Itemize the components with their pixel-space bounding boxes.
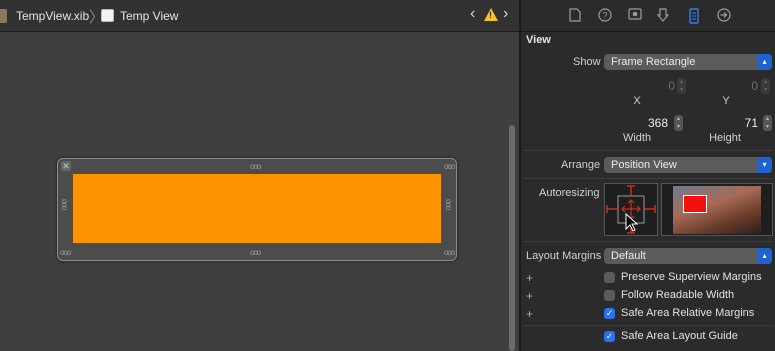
orange-subview[interactable]	[72, 173, 442, 244]
arrange-label: Arrange	[561, 159, 601, 171]
breadcrumb-file[interactable]: TempView.xib	[16, 9, 89, 23]
help-icon[interactable]: ?	[597, 8, 613, 24]
close-icon[interactable]: ✕	[61, 161, 71, 171]
warning-icon[interactable]: !	[484, 8, 498, 21]
arrange-popup[interactable]: Position View ▾	[604, 157, 772, 173]
preserve-superview-margins-label: Preserve Superview Margins	[621, 271, 762, 283]
inspector-tab-bar: ?	[521, 0, 775, 32]
follow-readable-width-checkbox[interactable]	[604, 290, 615, 301]
view-icon	[101, 9, 114, 22]
width-field[interactable]: 368	[631, 115, 668, 131]
arrange-popup-value: Position View	[611, 159, 677, 171]
y-label: Y	[722, 95, 730, 107]
vertical-scrollbar[interactable]	[509, 125, 515, 351]
divider	[524, 241, 773, 242]
show-label: Show	[573, 56, 601, 68]
resize-handle-bottom-left[interactable]: ooo	[60, 248, 71, 257]
add-variation-button[interactable]: +	[526, 307, 533, 321]
attributes-icon[interactable]	[655, 8, 671, 24]
chevron-right-icon[interactable]: ›	[503, 5, 508, 23]
resize-handle-top-right[interactable]: ooo	[444, 162, 455, 171]
divider	[524, 325, 773, 326]
x-label: X	[633, 95, 641, 107]
y-field[interactable]: 0	[721, 78, 758, 94]
safe-area-relative-margins-label: Safe Area Relative Margins	[621, 307, 755, 319]
popup-arrows-icon: ▴	[757, 54, 772, 70]
divider	[524, 178, 773, 179]
xib-file-icon	[0, 9, 7, 23]
layout-margins-popup-value: Default	[611, 250, 646, 262]
divider	[524, 150, 773, 151]
jump-bar: TempView.xib 〉 Temp View ‹ ! ›	[0, 0, 519, 32]
mouse-pointer-icon	[625, 213, 639, 232]
resize-handle-left[interactable]: ooo	[60, 199, 69, 209]
chevron-left-icon[interactable]: ‹	[470, 5, 475, 23]
editor-area: TempView.xib 〉 Temp View ‹ ! › ✕ ooo ooo…	[0, 0, 519, 351]
safe-area-relative-margins-checkbox[interactable]: ✓	[604, 308, 615, 319]
y-stepper[interactable]: ▴ ▾	[761, 78, 770, 94]
connections-icon[interactable]	[716, 8, 732, 24]
file-icon[interactable]	[567, 8, 583, 24]
size-inspector: ? View Show Frame Rectangle ▴ 0 ▴ ▾ 0 ▴ ▾ …	[521, 0, 775, 351]
add-variation-button[interactable]: +	[526, 271, 533, 285]
x-stepper[interactable]: ▴ ▾	[677, 78, 686, 94]
preview-view-rect	[683, 195, 707, 213]
x-field[interactable]: 0	[641, 78, 675, 94]
safe-area-layout-guide-label: Safe Area Layout Guide	[621, 330, 738, 342]
width-stepper[interactable]: ▴ ▾	[674, 115, 683, 131]
size-icon[interactable]	[686, 8, 702, 24]
add-variation-button[interactable]: +	[526, 289, 533, 303]
height-stepper[interactable]: ▴ ▾	[763, 115, 772, 131]
safe-area-layout-guide-checkbox[interactable]: ✓	[604, 331, 615, 342]
autoresizing-label: Autoresizing	[539, 187, 600, 199]
resize-handle-bottom[interactable]: ooo	[250, 248, 261, 257]
show-popup-value: Frame Rectangle	[611, 56, 696, 68]
layout-margins-label: Layout Margins	[526, 250, 602, 262]
resize-handle-bottom-right[interactable]: ooo	[444, 248, 455, 257]
svg-text:?: ?	[602, 11, 607, 21]
section-title: View	[526, 34, 551, 46]
follow-readable-width-label: Follow Readable Width	[621, 289, 735, 301]
canvas-root-view[interactable]: ✕ ooo ooo ooo ooo ooo ooo ooo	[57, 158, 457, 261]
height-label: Height	[709, 132, 741, 144]
chevron-down-icon: ▾	[757, 157, 772, 173]
resize-handle-top[interactable]: ooo	[250, 162, 261, 171]
height-field[interactable]: 71	[721, 115, 758, 131]
width-label: Width	[622, 132, 652, 144]
layout-margins-popup[interactable]: Default ▴	[604, 248, 772, 264]
breadcrumb-view[interactable]: Temp View	[120, 9, 178, 23]
identity-icon[interactable]	[627, 8, 643, 24]
show-popup[interactable]: Frame Rectangle ▴	[604, 54, 772, 70]
popup-arrows-icon: ▴	[757, 248, 772, 264]
preserve-superview-margins-checkbox[interactable]	[604, 272, 615, 283]
resize-handle-right[interactable]: ooo	[444, 199, 453, 209]
autoresizing-preview	[661, 183, 773, 236]
